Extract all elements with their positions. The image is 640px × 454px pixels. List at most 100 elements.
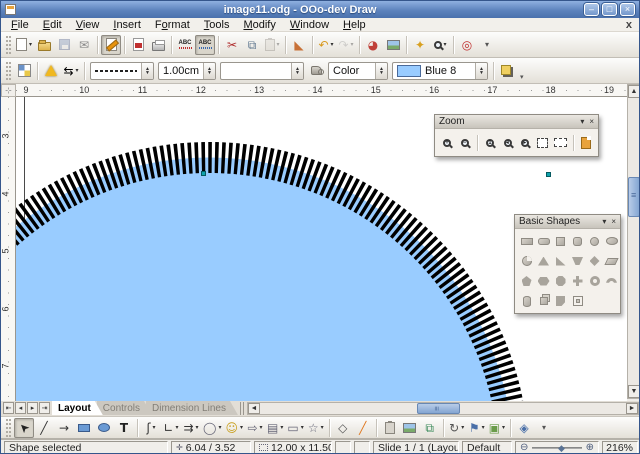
cut-button[interactable]: ✂ xyxy=(222,35,242,55)
basic-shapes-button[interactable]: ◯▾ xyxy=(201,418,223,438)
shape-parallelogram-button[interactable] xyxy=(603,253,620,269)
horizontal-ruler[interactable]: 910111213141516171819 xyxy=(16,84,627,97)
dropdown-arrow-icon[interactable]: ▾ xyxy=(461,424,464,431)
status-size-cell[interactable]: 12.00 x 11.50 xyxy=(254,441,332,454)
glue-points-button[interactable]: ╱ xyxy=(353,418,373,438)
shape-right-triangle-button[interactable] xyxy=(552,253,569,269)
dropdown-arrow-icon[interactable]: ▾ xyxy=(218,424,221,431)
shape-trapezoid-button[interactable] xyxy=(569,253,586,269)
dropdown-arrow-icon[interactable]: ▾ xyxy=(502,424,505,431)
minimize-button[interactable]: – xyxy=(584,3,599,16)
shape-block-arc-button[interactable] xyxy=(603,273,620,289)
menu-file[interactable]: File xyxy=(4,19,36,31)
dropdown-arrow-icon[interactable]: ▾ xyxy=(301,424,304,431)
navigator-button[interactable]: ✦ xyxy=(410,35,430,55)
selection-handle[interactable] xyxy=(546,172,551,177)
page-width-button[interactable] xyxy=(552,132,569,153)
shape-circle-button[interactable] xyxy=(586,233,603,249)
shape-square-button[interactable] xyxy=(552,233,569,249)
zoom-in-icon[interactable]: ⊕ xyxy=(586,443,594,453)
panel-menu-icon[interactable]: ▾ xyxy=(602,218,606,226)
vertical-scroll-track[interactable] xyxy=(628,98,640,385)
dropdown-arrow-icon[interactable]: ▾ xyxy=(260,424,263,431)
shape-cube-button[interactable] xyxy=(535,293,552,309)
zoom-out-button[interactable]: − xyxy=(457,132,474,153)
dropdown-arrow-icon[interactable]: ▾ xyxy=(331,41,334,48)
flowchart-button[interactable]: ▤▾ xyxy=(265,418,285,438)
gallery-button[interactable] xyxy=(383,35,403,55)
line-button[interactable]: ╱ xyxy=(34,418,54,438)
maximize-button[interactable]: □ xyxy=(602,3,617,16)
area-style-select[interactable]: Color ▲▼ xyxy=(328,62,388,80)
vertical-ruler[interactable]: 34567 xyxy=(1,97,16,401)
toolbar-grip[interactable] xyxy=(6,62,11,80)
zoom-value[interactable]: 216% xyxy=(602,441,638,454)
spellcheck-button[interactable]: ABC xyxy=(175,35,195,55)
zoom-slider[interactable]: ⊖ ◆ ⊕ xyxy=(515,441,599,454)
scroll-right-icon[interactable]: ► xyxy=(626,403,638,414)
auto-spellcheck-button[interactable]: ABC xyxy=(195,35,215,55)
shape-circle-pie-button[interactable] xyxy=(518,253,535,269)
copy-button[interactable]: ⧉ xyxy=(242,35,262,55)
status-slide-cell[interactable]: Slide 1 / 1 (Layout) xyxy=(373,441,459,454)
zoom-button[interactable]: ▾ xyxy=(430,35,450,55)
close-document-icon[interactable]: x xyxy=(626,19,632,31)
document-as-email-button[interactable]: ✉ xyxy=(74,35,94,55)
save-button[interactable] xyxy=(54,35,74,55)
styles-window-button[interactable] xyxy=(14,61,34,81)
edit-file-button[interactable] xyxy=(101,35,121,55)
menu-edit[interactable]: Edit xyxy=(36,19,69,31)
scroll-up-icon[interactable]: ▲ xyxy=(628,85,640,98)
close-button[interactable]: × xyxy=(620,3,635,16)
menu-tools[interactable]: Tools xyxy=(197,19,237,31)
tab-dimension-lines[interactable]: Dimension Lines xyxy=(146,401,238,415)
line-dialog-button[interactable] xyxy=(41,61,61,81)
dropdown-arrow-icon[interactable]: ▾ xyxy=(196,424,199,431)
dropdown-arrow-icon[interactable]: ▾ xyxy=(321,424,324,431)
rectangle-button[interactable] xyxy=(74,418,94,438)
paste-button[interactable]: ▾ xyxy=(262,35,282,55)
shape-ellipse-button[interactable] xyxy=(603,233,620,249)
shape-cross-button[interactable] xyxy=(569,273,586,289)
selection-handle[interactable] xyxy=(201,171,206,176)
help-button[interactable]: ◎ xyxy=(457,35,477,55)
next-page-button[interactable]: ▸ xyxy=(27,402,38,414)
interaction-button[interactable]: ◈ xyxy=(514,418,534,438)
splitter-handle[interactable] xyxy=(240,402,244,415)
vertical-scroll-thumb[interactable] xyxy=(628,177,640,217)
dropdown-arrow-icon[interactable]: ▾ xyxy=(277,41,280,48)
shape-rectangle-button[interactable] xyxy=(518,233,535,249)
first-page-button[interactable]: ⇤ xyxy=(3,402,14,414)
menu-view[interactable]: View xyxy=(69,19,107,31)
open-button[interactable] xyxy=(34,35,54,55)
line-width-input[interactable]: 1.00cm ▲▼ xyxy=(158,62,216,80)
zoom-previous-button[interactable]: ◂ xyxy=(499,132,516,153)
print-button[interactable] xyxy=(148,35,168,55)
entire-page-button[interactable] xyxy=(535,132,552,153)
alignment-button[interactable]: ⚑▾ xyxy=(467,418,487,438)
last-page-button[interactable]: ⇥ xyxy=(39,402,50,414)
line-style-select[interactable]: ▲▼ xyxy=(90,62,154,80)
arrow-style-button[interactable]: ⇆▾ xyxy=(61,61,81,81)
callouts-button[interactable]: ▭▾ xyxy=(285,418,305,438)
duplicate-button[interactable]: ⧉ xyxy=(420,418,440,438)
dropdown-arrow-icon[interactable]: ▾ xyxy=(482,424,485,431)
status-position-cell[interactable]: ✛6.04 / 3.52 xyxy=(171,441,251,454)
status-style-cell[interactable]: Default xyxy=(462,441,512,454)
spinner[interactable]: ▲▼ xyxy=(203,63,215,79)
shape-ring-button[interactable] xyxy=(586,273,603,289)
lines-and-arrows-button[interactable]: ⇉▾ xyxy=(181,418,201,438)
toolbar-grip[interactable] xyxy=(6,419,11,437)
dropdown-arrow-icon[interactable]: ▾ xyxy=(240,424,243,431)
shape-frame-button[interactable] xyxy=(569,293,586,309)
arrange-button[interactable]: ▣▾ xyxy=(487,418,507,438)
dropdown-arrow-icon[interactable]: ▾ xyxy=(29,41,32,48)
insert-picture-button[interactable] xyxy=(400,418,420,438)
zoom-100-button[interactable]: 1 xyxy=(482,132,499,153)
zoom-slider-thumb[interactable]: ◆ xyxy=(558,443,565,453)
menu-modify[interactable]: Modify xyxy=(236,19,282,31)
rotate-button[interactable]: ↻▾ xyxy=(447,418,467,438)
toolbar-overflow-icon[interactable]: ▾ xyxy=(520,73,524,81)
insert-button[interactable] xyxy=(380,418,400,438)
spinner[interactable]: ▲▼ xyxy=(141,63,153,79)
